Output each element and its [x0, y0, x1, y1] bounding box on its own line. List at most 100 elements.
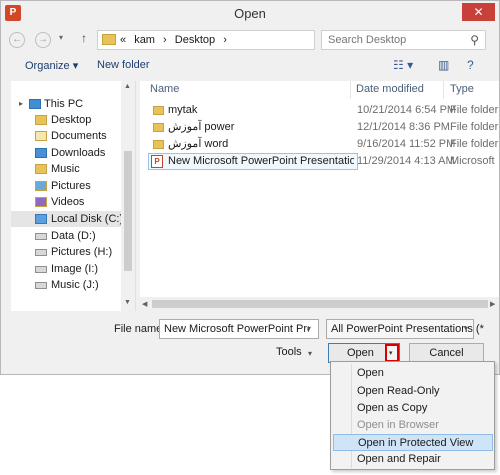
file-name-field[interactable]: New Microsoft PowerPoint Presen [159, 319, 319, 339]
sidebar-item-desktop[interactable]: Desktop [11, 112, 135, 128]
powerpoint-file-icon: P [151, 155, 163, 168]
sidebar-item-label: Music (J:) [51, 279, 99, 291]
change-view-icon[interactable]: ☷ ▾ [393, 58, 413, 72]
sidebar-item-downloads[interactable]: Downloads [11, 145, 135, 161]
open-button-label: Open [347, 347, 374, 359]
sidebar-item-image-i[interactable]: Image (I:) [11, 261, 135, 277]
menu-item-open-in-protected-view[interactable]: Open in Protected View [333, 434, 493, 451]
back-button[interactable]: ← [9, 32, 25, 48]
file-list-horizontal-scrollbar[interactable]: ◀ ▶ [140, 297, 499, 311]
menu-item-open-in-browser: Open in Browser [357, 419, 439, 431]
file-list: Name Date modified Type mytak 10/21/2014… [140, 81, 499, 311]
sidebar-scrollbar[interactable]: ▲ ▼ [121, 81, 135, 311]
chevron-down-icon[interactable]: ▾ [464, 324, 468, 333]
scrollbar-thumb[interactable] [124, 151, 132, 271]
open-button[interactable]: Open ▾ [328, 343, 400, 363]
file-row[interactable]: آموزش power 12/1/2014 8:36 PM File folde… [140, 119, 499, 136]
file-row-selected[interactable]: P New Microsoft PowerPoint Presentation.… [140, 153, 499, 170]
search-icon[interactable]: ⚲ [470, 33, 479, 47]
address-bar[interactable]: « kam › Desktop › ▾ ↻ [97, 30, 404, 50]
sidebar-item-documents[interactable]: Documents [11, 128, 135, 144]
breadcrumb-item-desktop[interactable]: Desktop [175, 34, 215, 46]
disk-icon [35, 266, 47, 273]
help-icon[interactable]: ? [467, 58, 474, 72]
expand-icon[interactable]: ▸ [19, 96, 23, 112]
column-header-type[interactable]: Type [450, 83, 474, 95]
tools-dropdown-icon[interactable]: ▾ [308, 349, 312, 358]
breadcrumb: « kam › Desktop › [120, 34, 232, 46]
disk-icon [35, 282, 47, 289]
open-options-menu: Open Open Read-Only Open as Copy Open in… [330, 361, 495, 470]
sidebar-item-pictures-h[interactable]: Pictures (H:) [11, 244, 135, 260]
file-name: mytak [168, 104, 198, 116]
scroll-down-icon[interactable]: ▼ [124, 299, 131, 306]
folder-icon [153, 123, 164, 132]
scroll-right-icon[interactable]: ▶ [490, 300, 495, 308]
sidebar-item-label: Documents [51, 130, 107, 142]
sidebar-item-label: Videos [51, 196, 85, 208]
folder-icon [153, 140, 164, 149]
menu-item-open-as-copy[interactable]: Open as Copy [333, 400, 493, 417]
organize-button[interactable]: Organize ▾ [25, 59, 78, 72]
navigation-pane: ▸ This PC Desktop Documents Downloads Mu… [11, 81, 136, 311]
open-dialog: P Open ✕ ← → ▾ ↑ « kam › Desktop › ▾ ↻ S… [0, 0, 500, 375]
folder-icon [102, 34, 116, 45]
sidebar-item-music[interactable]: Music [11, 161, 135, 177]
scroll-up-icon[interactable]: ▲ [124, 83, 131, 90]
pc-icon [29, 99, 41, 109]
file-name: New Microsoft PowerPoint Presentation...… [168, 155, 354, 167]
disk-icon [35, 233, 47, 240]
new-folder-button[interactable]: New folder [97, 59, 150, 71]
column-header-name[interactable]: Name [150, 83, 179, 95]
file-row[interactable]: آموزش word 9/16/2014 11:52 PM File folde… [140, 136, 499, 153]
navigation-bar: ← → ▾ ↑ « kam › Desktop › ▾ ↻ Search Des… [1, 27, 499, 53]
chevron-right-icon[interactable]: › [163, 34, 167, 46]
file-date: 12/1/2014 8:36 PM [357, 121, 450, 133]
sidebar-item-label: Image (I:) [51, 263, 99, 275]
chevron-right-icon[interactable]: › [223, 34, 227, 46]
column-divider[interactable] [443, 81, 444, 99]
sidebar-item-data-d[interactable]: Data (D:) [11, 228, 135, 244]
folder-icon [153, 106, 164, 115]
cancel-button[interactable]: Cancel [409, 343, 484, 363]
file-type: File folder [450, 104, 499, 116]
file-type-value: All PowerPoint Presentations (* [331, 323, 484, 335]
folder-icon [35, 115, 47, 125]
breadcrumb-overflow[interactable]: « [120, 34, 126, 46]
sidebar-item-label: This PC [44, 98, 84, 110]
column-divider[interactable] [350, 81, 351, 99]
scrollbar-thumb[interactable] [152, 300, 488, 308]
file-name-label: File name: [114, 323, 166, 335]
search-placeholder: Search Desktop [328, 34, 407, 46]
sidebar-item-pictures[interactable]: Pictures [11, 178, 135, 194]
close-button[interactable]: ✕ [462, 3, 495, 21]
sidebar-item-videos[interactable]: Videos [11, 194, 135, 210]
column-header-date[interactable]: Date modified [356, 83, 424, 95]
file-row[interactable]: mytak 10/21/2014 6:54 PM File folder [140, 102, 499, 119]
recent-locations-dropdown[interactable]: ▾ [59, 33, 63, 42]
forward-button[interactable]: → [35, 32, 51, 48]
pictures-icon [35, 181, 47, 191]
menu-item-open[interactable]: Open [333, 365, 493, 382]
file-type-select[interactable]: All PowerPoint Presentations (* ▾ [326, 319, 484, 339]
menu-item-open-and-repair[interactable]: Open and Repair [333, 451, 493, 468]
preview-pane-icon[interactable]: ▥ [438, 58, 449, 72]
scroll-left-icon[interactable]: ◀ [142, 300, 147, 308]
command-bar: Organize ▾ New folder ☷ ▾ ▥ ? [1, 55, 499, 77]
file-date: 11/29/2014 4:13 AM [357, 155, 455, 167]
menu-item-open-read-only[interactable]: Open Read-Only [333, 383, 493, 400]
up-button[interactable]: ↑ [81, 31, 87, 45]
sidebar-item-this-pc[interactable]: ▸ This PC [11, 96, 135, 112]
sidebar-item-local-disk-c[interactable]: Local Disk (C:) [11, 211, 135, 227]
breadcrumb-item-kam[interactable]: kam [134, 34, 155, 46]
dialog-title: Open [234, 6, 266, 21]
search-input[interactable]: Search Desktop ⚲ [321, 30, 486, 50]
open-options-dropdown[interactable]: ▾ [385, 344, 399, 362]
downloads-icon [35, 148, 47, 158]
sidebar-item-music-j[interactable]: Music (J:) [11, 277, 135, 293]
file-type: File folder [450, 138, 499, 150]
music-icon [35, 164, 47, 174]
file-name-dropdown-icon[interactable]: ▾ [307, 324, 311, 333]
sidebar-item-label: Local Disk (C:) [51, 213, 124, 225]
tools-button[interactable]: Tools [276, 346, 302, 358]
